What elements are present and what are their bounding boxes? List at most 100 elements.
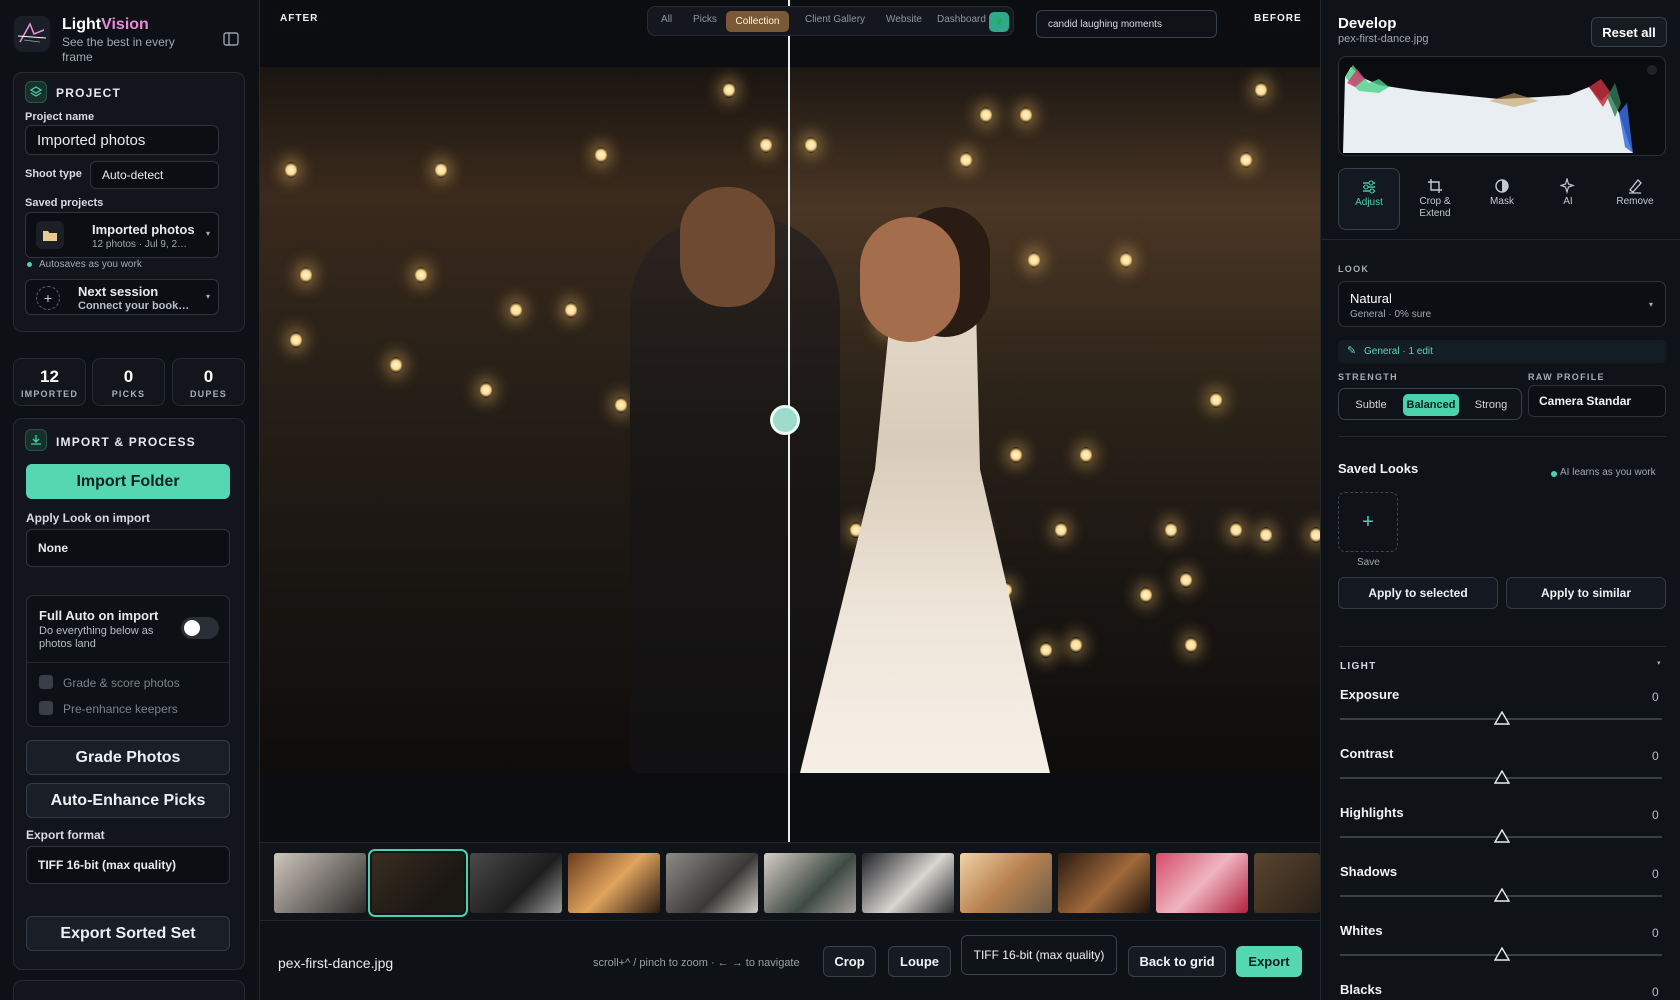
thumbnail[interactable] <box>1254 853 1320 913</box>
export-button[interactable]: Export <box>1236 946 1302 977</box>
export-sorted-button[interactable]: Export Sorted Set <box>26 916 230 951</box>
tag-badge-button[interactable]: # <box>989 12 1009 32</box>
tab-collection[interactable]: Collection <box>726 11 789 32</box>
crop-button[interactable]: Crop <box>823 946 876 977</box>
apply-to-similar-button[interactable]: Apply to similar <box>1506 577 1666 609</box>
export-format-select[interactable]: TIFF 16-bit (max quality) <box>26 846 230 884</box>
auto-enhance-button[interactable]: Auto-Enhance Picks <box>26 783 230 818</box>
tab-adjust[interactable]: Adjust <box>1338 168 1400 230</box>
look-info-chip: ✎ General · 1 edit <box>1338 340 1666 363</box>
ai-dot-icon <box>1551 471 1557 477</box>
thumbnail[interactable] <box>470 853 562 913</box>
sparkle-icon <box>1537 176 1599 196</box>
filmstrip <box>260 842 1320 920</box>
format-select[interactable]: TIFF 16-bit (max quality) <box>961 935 1117 975</box>
thumbnail-selected[interactable] <box>368 849 468 917</box>
tab-dashboard[interactable]: Dashboard <box>937 14 986 25</box>
slider-thumb-icon[interactable] <box>1493 887 1511 902</box>
strength-segmented: Subtle Balanced Strong <box>1338 388 1522 420</box>
stat-imported-label: IMPORTED <box>20 389 79 399</box>
tab-ai[interactable]: AI <box>1537 168 1599 230</box>
string-light-bulb <box>1040 642 1052 658</box>
save-look-button[interactable]: + <box>1338 492 1398 552</box>
divider <box>1338 436 1666 437</box>
enhance-checkbox-label: Pre-enhance keepers <box>63 702 178 716</box>
plus-icon: + <box>1362 510 1374 533</box>
strength-balanced[interactable]: Balanced <box>1403 394 1459 416</box>
apply-to-selected-button[interactable]: Apply to selected <box>1338 577 1498 609</box>
next-session-button[interactable]: + Next session Connect your book… ▾ <box>25 279 219 315</box>
slider-label-contrast: Contrast <box>1340 746 1394 761</box>
apply-look-label: Apply Look on import <box>26 511 150 525</box>
string-light-bulb <box>1185 637 1197 653</box>
enhance-checkbox[interactable] <box>39 701 53 715</box>
save-look-label: Save <box>1357 557 1380 568</box>
light-caption: LIGHT <box>1340 661 1377 672</box>
string-light-bulb <box>390 357 402 373</box>
tab-all[interactable]: All <box>661 14 672 25</box>
thumbnail[interactable] <box>960 853 1052 913</box>
develop-panel: Develop pex-first-dance.jpg Reset all Ad… <box>1320 0 1680 1000</box>
slider-thumb-icon[interactable] <box>1493 769 1511 784</box>
reset-all-button[interactable]: Reset all <box>1591 17 1667 47</box>
raw-profile-select[interactable]: Camera Standar <box>1528 385 1666 417</box>
look-select[interactable]: Natural General · 0% sure ▾ <box>1338 281 1666 327</box>
strength-subtle[interactable]: Subtle <box>1345 394 1397 416</box>
string-light-bulb <box>960 152 972 168</box>
import-folder-button[interactable]: Import Folder <box>26 464 230 499</box>
tab-crop-extend[interactable]: Crop & Extend <box>1404 168 1466 230</box>
slider-value-blacks: 0 <box>1652 985 1659 999</box>
string-light-bulb <box>595 147 607 163</box>
navigation-hint: scroll+^ / pinch to zoom · ← → to naviga… <box>593 957 800 969</box>
saved-looks-title: Saved Looks <box>1338 461 1419 476</box>
slider-thumb-icon[interactable] <box>1493 710 1511 725</box>
slider-thumb-icon[interactable] <box>1493 946 1511 961</box>
thumbnail[interactable] <box>764 853 856 913</box>
shoot-type-select[interactable]: Auto-detect <box>90 161 219 189</box>
tab-ai-label: AI <box>1563 196 1573 207</box>
thumbnail[interactable] <box>862 853 954 913</box>
thumbnail[interactable] <box>274 853 366 913</box>
stat-picks-value: 0 <box>123 367 134 386</box>
project-name-input[interactable]: Imported photos <box>25 125 219 155</box>
stat-picks-label: PICKS <box>111 389 146 399</box>
thumbnail[interactable] <box>666 853 758 913</box>
tab-mask[interactable]: Mask <box>1471 168 1533 230</box>
histogram-options-icon[interactable] <box>1647 65 1657 75</box>
full-auto-toggle[interactable] <box>181 617 219 639</box>
search-input[interactable]: candid laughing moments <box>1036 10 1217 38</box>
saved-project-select[interactable]: Imported photos 12 photos · Jul 9, 2… ▾ <box>25 212 219 258</box>
left-sidebar: LightVision See the best in every frame … <box>0 0 260 1000</box>
string-light-bulb <box>1028 252 1040 268</box>
tab-client-gallery[interactable]: Client Gallery <box>805 14 865 25</box>
strength-strong[interactable]: Strong <box>1463 394 1519 416</box>
grade-photos-button[interactable]: Grade Photos <box>26 740 230 775</box>
collapse-sidebar-icon[interactable] <box>222 30 242 48</box>
full-auto-title: Full Auto on import <box>39 608 159 623</box>
project-card: PROJECT Project name Imported photos Sho… <box>13 72 245 332</box>
thumbnail[interactable] <box>1156 853 1248 913</box>
slider-label-whites: Whites <box>1340 923 1383 938</box>
string-light-bulb <box>480 382 492 398</box>
strength-caption: STRENGTH <box>1338 372 1398 382</box>
string-light-bulb <box>1010 447 1022 463</box>
grade-checkbox[interactable] <box>39 675 53 689</box>
collapse-icon[interactable]: ▾ <box>1657 659 1661 667</box>
back-to-grid-button[interactable]: Back to grid <box>1128 946 1226 977</box>
look-sub: General · 0% sure <box>1350 309 1432 320</box>
tab-picks[interactable]: Picks <box>693 14 717 25</box>
tab-website[interactable]: Website <box>886 14 922 25</box>
sliders-icon <box>1339 179 1399 197</box>
thumbnail[interactable] <box>568 853 660 913</box>
string-light-bulb <box>1080 447 1092 463</box>
thumbnail[interactable] <box>1058 853 1150 913</box>
slider-thumb-icon[interactable] <box>1493 828 1511 843</box>
compare-handle[interactable] <box>770 405 800 435</box>
loupe-button[interactable]: Loupe <box>888 946 951 977</box>
bottom-toolbar: pex-first-dance.jpg scroll+^ / pinch to … <box>260 920 1320 1000</box>
tab-remove[interactable]: Remove <box>1604 168 1666 230</box>
string-light-bulb <box>1310 527 1320 543</box>
crop-icon <box>1404 178 1466 196</box>
export-format-label: Export format <box>26 828 105 842</box>
apply-look-select[interactable]: None <box>26 529 230 567</box>
